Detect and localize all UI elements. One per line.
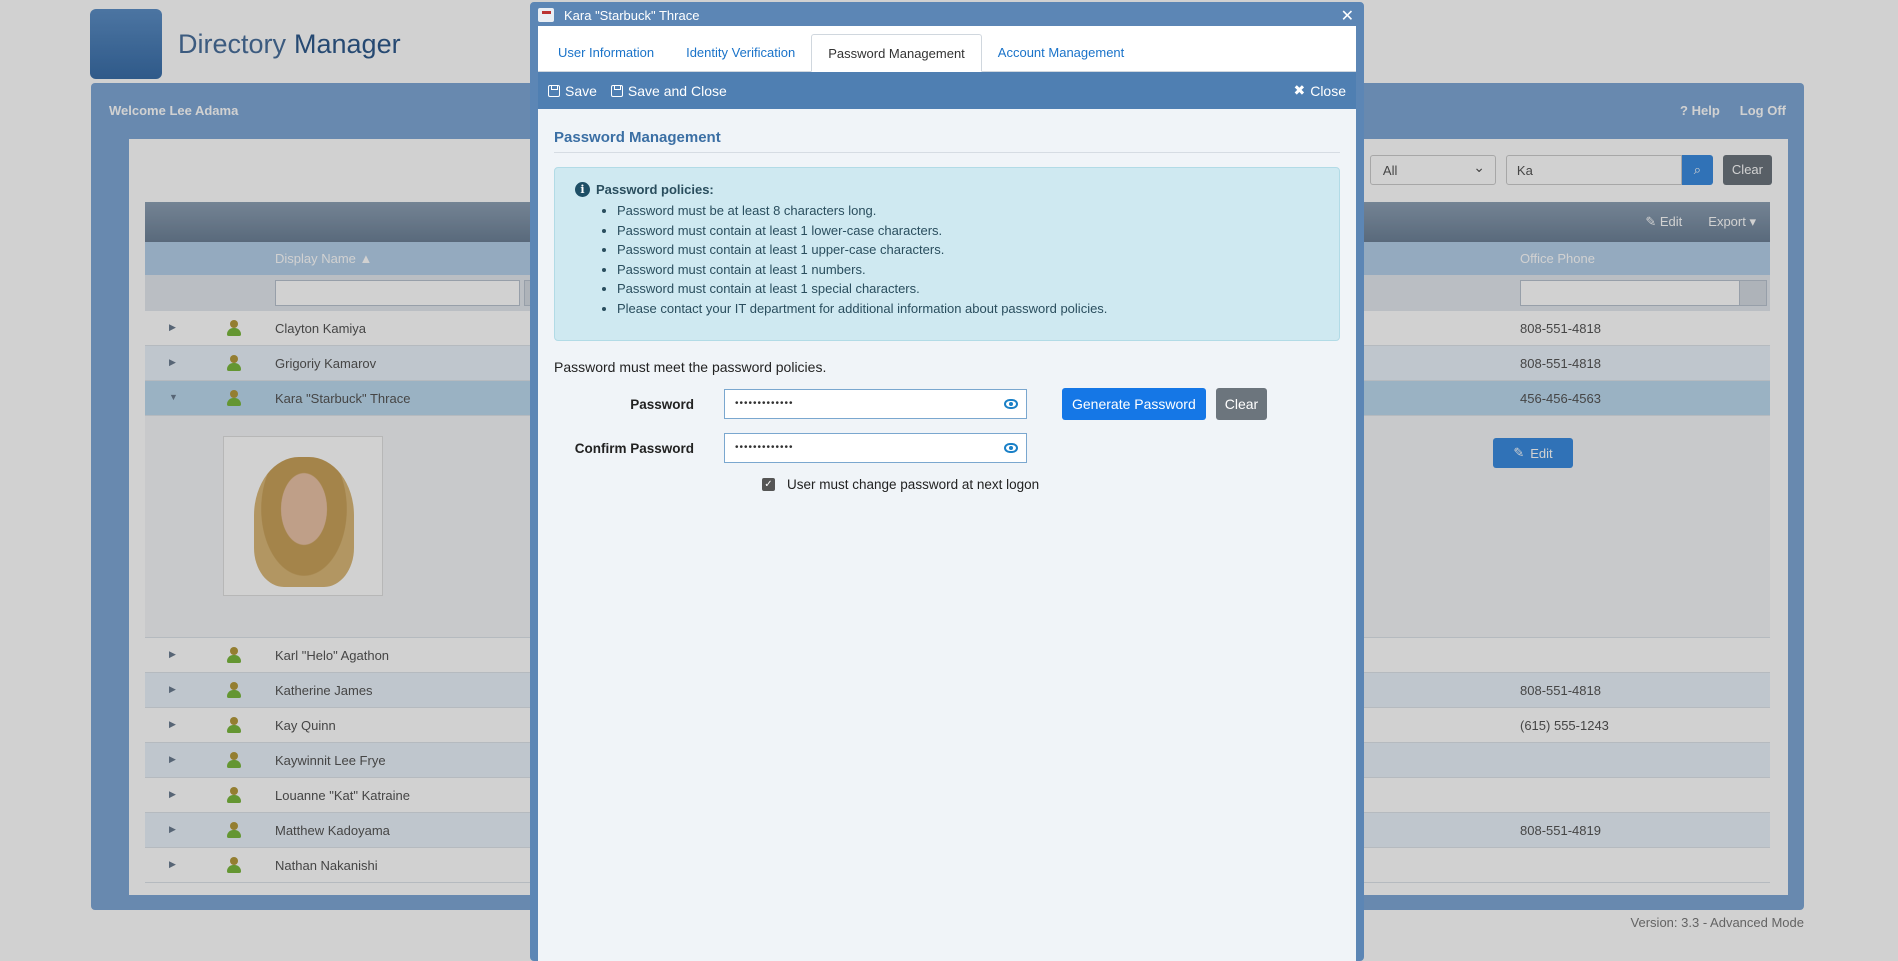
tab-identity-verification[interactable]: Identity Verification (670, 33, 811, 71)
close-x-icon: ✖ (1293, 82, 1306, 98)
close-label: Close (1310, 82, 1346, 99)
close-button[interactable]: ✖ Close (1293, 82, 1346, 99)
dialog-close-icon[interactable]: ✕ (1341, 6, 1354, 26)
dialog-titlebar: Kara "Starbuck" Thrace ✕ (532, 4, 1362, 26)
must-change-password-checkbox[interactable]: ✓ (762, 478, 775, 491)
floppy-icon (610, 84, 623, 97)
generate-password-button[interactable]: Generate Password (1062, 388, 1206, 420)
show-confirm-password-eye-icon[interactable] (1004, 443, 1018, 453)
save-label: Save (565, 82, 597, 99)
user-card-icon (538, 8, 554, 22)
save-and-close-button[interactable]: Save and Close (610, 82, 727, 99)
info-icon: i (575, 182, 590, 197)
confirm-password-value: ••••••••••••• (735, 442, 794, 453)
password-label: Password (630, 396, 694, 412)
dialog-tabs: User Information Identity Verification P… (538, 26, 1356, 72)
show-password-eye-icon[interactable] (1004, 399, 1018, 409)
password-input[interactable]: ••••••••••••• (724, 389, 1027, 419)
policies-heading: i Password policies: (575, 182, 1319, 197)
policy-list: Password must be at least 8 characters l… (575, 201, 1319, 318)
save-button[interactable]: Save (548, 83, 597, 99)
clear-password-button[interactable]: Clear (1215, 388, 1268, 420)
policy-item: Password must contain at least 1 numbers… (617, 260, 1319, 280)
policy-requirement-text: Password must meet the password policies… (554, 359, 827, 375)
user-edit-dialog: Kara "Starbuck" Thrace ✕ User Informatio… (530, 2, 1364, 961)
confirm-password-input[interactable]: ••••••••••••• (724, 433, 1027, 463)
confirm-password-row: Confirm Password ••••••••••••• (554, 433, 1340, 463)
dialog-body: User Information Identity Verification P… (538, 26, 1356, 961)
policies-heading-text: Password policies: (596, 182, 714, 197)
password-management-content: Password Management i Password policies:… (538, 109, 1356, 512)
confirm-password-label: Confirm Password (574, 440, 694, 456)
floppy-icon (548, 84, 560, 97)
policy-item: Password must contain at least 1 lower-c… (617, 221, 1319, 241)
must-change-password-row: ✓ User must change password at next logo… (762, 477, 1340, 492)
dialog-toolbar: Save Save and Close ✖ Close (538, 72, 1356, 109)
tab-password-management[interactable]: Password Management (811, 34, 982, 72)
policy-item: Password must contain at least 1 upper-c… (617, 240, 1319, 260)
tab-user-information[interactable]: User Information (542, 33, 670, 71)
section-title: Password Management (554, 129, 1340, 153)
save-and-close-label: Save and Close (627, 82, 727, 99)
must-change-password-label[interactable]: User must change password at next logon (787, 477, 1039, 492)
tab-account-management[interactable]: Account Management (982, 33, 1140, 71)
policy-item: Password must be at least 8 characters l… (617, 201, 1319, 221)
password-policies-box: i Password policies: Password must be at… (554, 167, 1340, 341)
password-value: ••••••••••••• (735, 398, 794, 409)
policy-item: Password must contain at least 1 special… (617, 279, 1319, 299)
dialog-title: Kara "Starbuck" Thrace (564, 7, 700, 23)
password-row: Password ••••••••••••• Generate Password… (554, 388, 1340, 420)
policy-item: Please contact your IT department for ad… (617, 299, 1319, 319)
